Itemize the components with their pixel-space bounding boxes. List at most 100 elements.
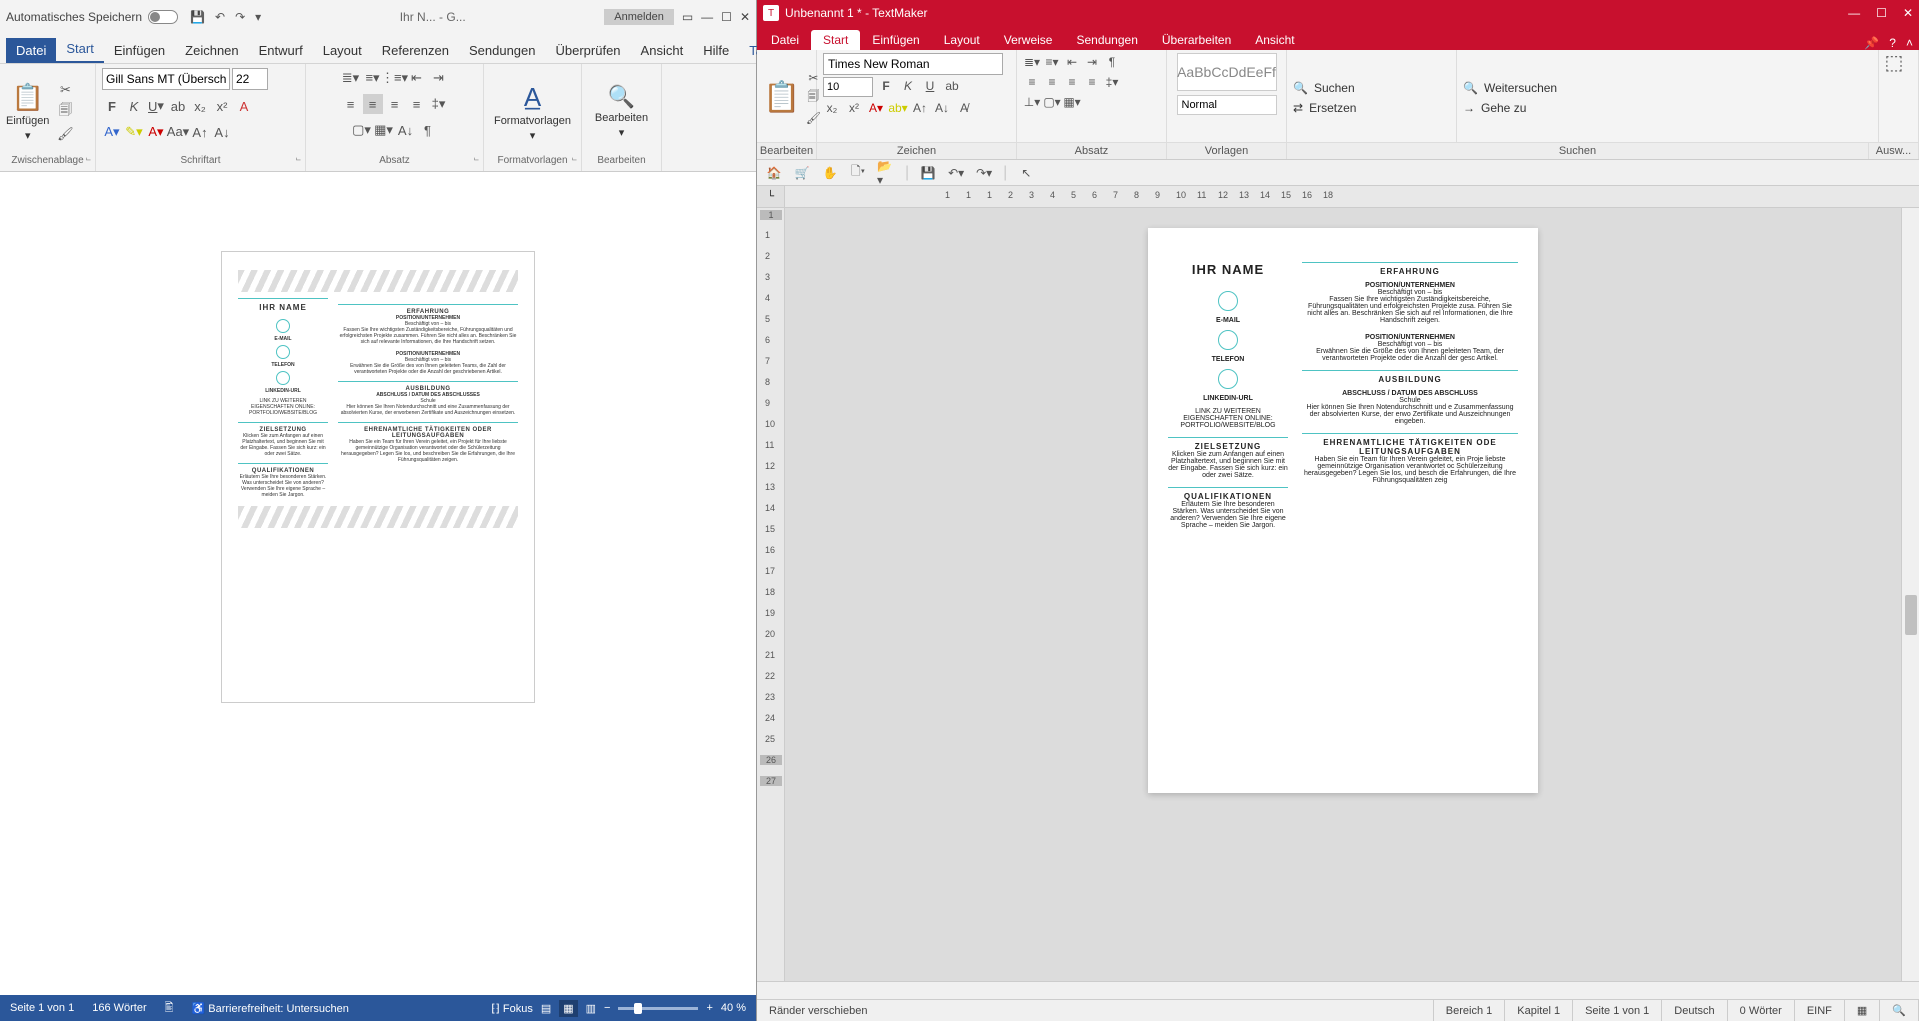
ribbon-options-icon[interactable]: ▭ xyxy=(682,10,693,24)
minimize-icon[interactable]: — xyxy=(701,10,713,24)
status-words[interactable]: 166 Wörter xyxy=(92,1002,146,1014)
qb-home-icon[interactable]: 🏠 xyxy=(765,164,783,182)
grow-font-icon[interactable]: A↑ xyxy=(190,122,210,142)
change-case-icon[interactable]: Aa▾ xyxy=(168,122,188,142)
indent-inc-icon[interactable]: ⇥ xyxy=(429,68,449,88)
tm-spacing-icon[interactable]: ‡▾ xyxy=(1103,73,1121,91)
qb-redo-icon[interactable]: ↷▾ xyxy=(975,164,993,182)
tm-font-input[interactable] xyxy=(823,53,1003,75)
tm-tab-ueberarbeiten[interactable]: Überarbeiten xyxy=(1150,30,1243,50)
close-icon[interactable]: ✕ xyxy=(740,10,750,24)
qb-hand-icon[interactable]: ✋ xyxy=(821,164,839,182)
gehezu-button[interactable]: → Gehe zu xyxy=(1463,99,1872,117)
qb-save-icon[interactable]: 💾 xyxy=(919,164,937,182)
tm-status-view-icon[interactable]: ▦ xyxy=(1845,1000,1880,1021)
styles-button[interactable]: A̲ Formatvorlagen ▾ xyxy=(494,82,571,142)
tm-ruler-horizontal[interactable]: └ 111234567891011121314151618 xyxy=(757,186,1919,208)
tab-start[interactable]: Start xyxy=(56,36,103,63)
borders-icon[interactable]: ▦▾ xyxy=(374,120,394,140)
superscript-icon[interactable]: x² xyxy=(212,96,232,116)
copy-icon[interactable]: 🗐 xyxy=(55,102,75,122)
tab-einfuegen[interactable]: Einfügen xyxy=(104,38,175,63)
tm-status-kapitel[interactable]: Kapitel 1 xyxy=(1505,1000,1573,1021)
tm-collapse-icon[interactable]: ˄ xyxy=(1906,36,1913,50)
italic-icon[interactable]: K xyxy=(124,96,144,116)
status-access[interactable]: ♿ Barrierefreiheit: Untersuchen xyxy=(192,1002,349,1015)
numbering-icon[interactable]: ≡▾ xyxy=(363,68,383,88)
align-justify-icon[interactable]: ≡ xyxy=(407,94,427,114)
tm-superscript-icon[interactable]: x² xyxy=(845,99,863,117)
paste-button[interactable]: 📋 Einfügen ▾ xyxy=(6,82,49,142)
bullets-icon[interactable]: ≣▾ xyxy=(341,68,361,88)
tm-underline-icon[interactable]: U xyxy=(921,77,939,95)
login-button[interactable]: Anmelden xyxy=(604,9,674,25)
select-icon[interactable]: ⬚ xyxy=(1885,53,1903,71)
autosave-toggle[interactable] xyxy=(148,10,178,24)
show-marks-icon[interactable]: ¶ xyxy=(418,120,438,140)
tm-status-lang[interactable]: Deutsch xyxy=(1662,1000,1727,1021)
tm-shading-icon[interactable]: ▢▾ xyxy=(1043,93,1061,111)
tab-entwurf[interactable]: Entwurf xyxy=(249,38,313,63)
indent-dec-icon[interactable]: ⇤ xyxy=(407,68,427,88)
zoom-in-icon[interactable]: + xyxy=(706,1002,712,1014)
align-center-icon[interactable]: ≡ xyxy=(363,94,383,114)
tm-size-input[interactable] xyxy=(823,77,873,97)
weitersuchen-button[interactable]: 🔍 Weitersuchen xyxy=(1463,79,1872,97)
multilevel-icon[interactable]: ⋮≡▾ xyxy=(385,68,405,88)
zoom-slider[interactable] xyxy=(618,1007,698,1010)
tm-hscrollbar[interactable] xyxy=(757,981,1919,999)
word-page[interactable]: IHR NAME E-MAIL TELEFON LINKEDIN-URL LIN… xyxy=(222,252,534,702)
tab-datei[interactable]: Datei xyxy=(6,38,56,63)
ruler-corner[interactable]: └ xyxy=(757,186,785,207)
bold-icon[interactable]: F xyxy=(102,96,122,116)
align-left-icon[interactable]: ≡ xyxy=(341,94,361,114)
format-painter-icon[interactable]: 🖌 xyxy=(55,124,75,144)
tm-tab-ansicht[interactable]: Ansicht xyxy=(1243,30,1306,50)
view-read-icon[interactable]: ▤ xyxy=(541,1002,551,1015)
zoom-out-icon[interactable]: − xyxy=(604,1002,610,1014)
cut-icon[interactable]: ✂ xyxy=(55,80,75,100)
tm-strike-icon[interactable]: ab xyxy=(943,77,961,95)
tm-ruler-vertical[interactable]: 1123456789101112131415161718192021222324… xyxy=(757,208,785,981)
undo-icon[interactable]: ↶ xyxy=(215,10,225,24)
word-canvas[interactable]: IHR NAME E-MAIL TELEFON LINKEDIN-URL LIN… xyxy=(0,172,756,995)
font-name-input[interactable] xyxy=(102,68,230,90)
tm-tab-datei[interactable]: Datei xyxy=(759,30,811,50)
tab-hilfe[interactable]: Hilfe xyxy=(693,38,739,63)
highlight-icon[interactable]: ✎▾ xyxy=(124,122,144,142)
shading-icon[interactable]: ▢▾ xyxy=(352,120,372,140)
tm-fontcolor-icon[interactable]: A▾ xyxy=(867,99,885,117)
tm-highlight-icon[interactable]: ab▾ xyxy=(889,99,907,117)
tab-referenzen[interactable]: Referenzen xyxy=(372,38,459,63)
clear-format-icon[interactable]: A xyxy=(234,96,254,116)
subscript-icon[interactable]: x₂ xyxy=(190,96,210,116)
tm-tab-einfuegen[interactable]: Einfügen xyxy=(860,30,931,50)
tm-alignj-icon[interactable]: ≡ xyxy=(1083,73,1101,91)
tm-doc-area[interactable]: IHR NAME E-MAIL TELEFON LINKEDIN-URL LIN… xyxy=(785,208,1901,981)
tm-clear-icon[interactable]: A̸ xyxy=(955,99,973,117)
tab-zeichnen[interactable]: Zeichnen xyxy=(175,38,248,63)
font-color-icon[interactable]: A▾ xyxy=(146,122,166,142)
tab-sendungen[interactable]: Sendungen xyxy=(459,38,546,63)
ersetzen-button[interactable]: ⇄ Ersetzen xyxy=(1293,99,1450,117)
tab-ueberpruefen[interactable]: Überprüfen xyxy=(546,38,631,63)
tm-subscript-icon[interactable]: x₂ xyxy=(823,99,841,117)
tm-numbers-icon[interactable]: ≡▾ xyxy=(1043,53,1061,71)
suchen-button[interactable]: 🔍 Suchen xyxy=(1293,79,1450,97)
qb-cursor-icon[interactable]: ↖ xyxy=(1017,164,1035,182)
strike-icon[interactable]: ab xyxy=(168,96,188,116)
tm-bold-icon[interactable]: F xyxy=(877,77,895,95)
tm-grow-icon[interactable]: A↑ xyxy=(911,99,929,117)
tm-tab-layout[interactable]: Layout xyxy=(932,30,992,50)
font-size-input[interactable] xyxy=(232,68,268,90)
tab-layout[interactable]: Layout xyxy=(313,38,372,63)
tm-indentinc-icon[interactable]: ⇥ xyxy=(1083,53,1101,71)
tm-tabs-icon[interactable]: ⊥▾ xyxy=(1023,93,1041,111)
tm-alignr-icon[interactable]: ≡ xyxy=(1063,73,1081,91)
zoom-level[interactable]: 40 % xyxy=(721,1002,746,1014)
tm-maximize-icon[interactable]: ☐ xyxy=(1876,6,1887,20)
maximize-icon[interactable]: ☐ xyxy=(721,10,732,24)
tm-tab-sendungen[interactable]: Sendungen xyxy=(1064,30,1149,50)
text-effect-icon[interactable]: A▾ xyxy=(102,122,122,142)
tab-ansicht[interactable]: Ansicht xyxy=(631,38,694,63)
